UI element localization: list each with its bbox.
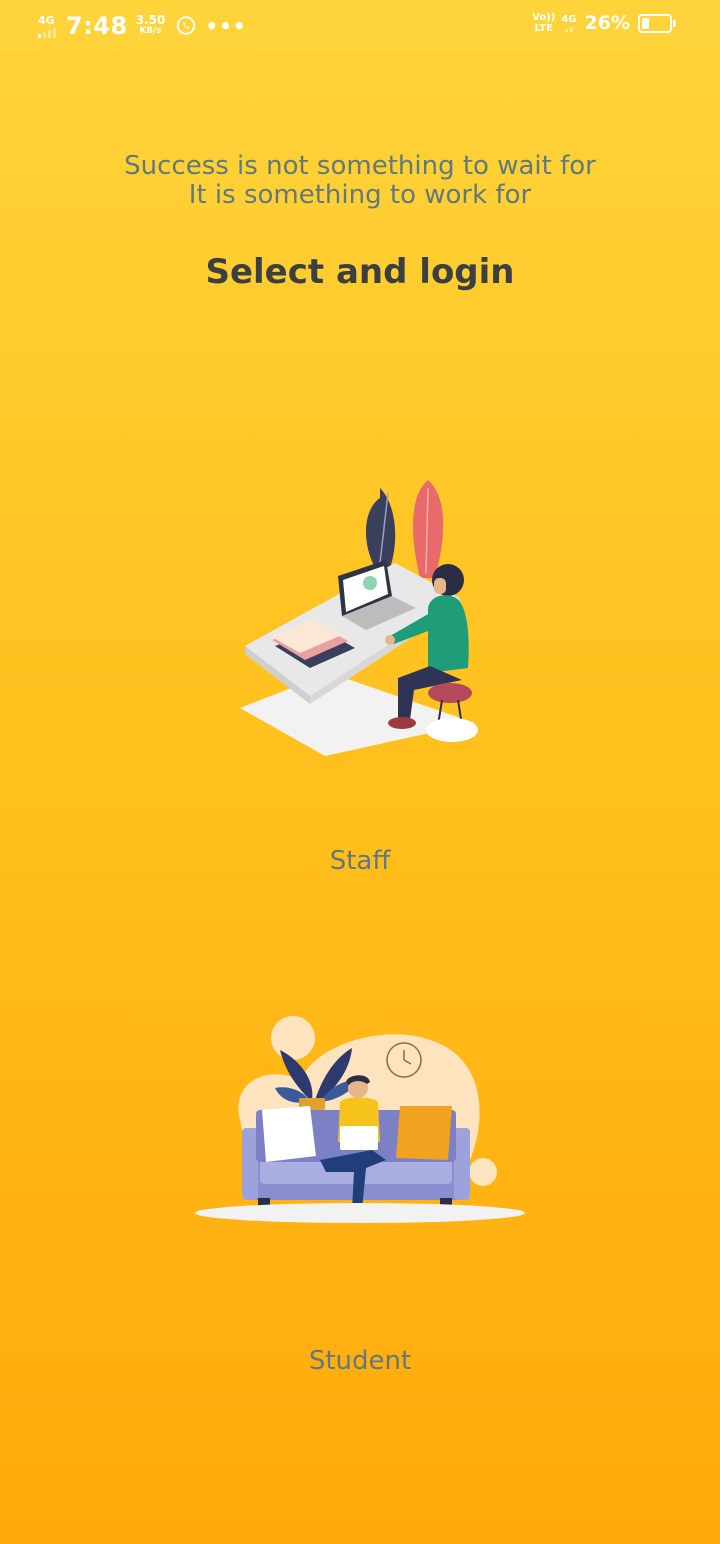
student-label: Student: [308, 1346, 412, 1376]
quote-line-2: It is something to work for: [188, 180, 532, 210]
battery-percent: 26%: [584, 12, 630, 34]
staff-login-option[interactable]: Staff: [0, 460, 720, 900]
status-bar-right: Vo)) LTE 4G 26%: [532, 12, 676, 34]
student-login-option[interactable]: Student: [0, 1010, 720, 1390]
status-bar: 4G 7:48 3.50 KB/s ••• Vo)) LTE 4G 26%: [0, 0, 720, 56]
network-speed-value: 3.50: [135, 13, 166, 27]
quote-line-1: Success is not something to wait for: [124, 151, 596, 181]
volte-top-label: Vo)): [532, 12, 556, 23]
battery-level: [642, 17, 649, 29]
network-type-left: 4G: [38, 13, 55, 27]
whatsapp-icon: [177, 16, 196, 35]
signal-bars-icon: [38, 27, 56, 38]
network-type-right: 4G: [561, 14, 577, 25]
network-speed-unit: KB/s: [139, 26, 162, 36]
status-bar-left: 4G 7:48 3.50 KB/s •••: [38, 12, 247, 40]
volte-bottom-label: LTE: [534, 23, 553, 34]
clock: 7:48: [66, 12, 128, 40]
network-speed: 3.50 KB/s: [135, 13, 166, 37]
page-title: Select and login: [205, 252, 515, 292]
signal-indicator-left: 4G: [38, 15, 56, 38]
more-notifications-icon: •••: [205, 14, 247, 38]
motivational-quote: Success is not something to wait for It …: [0, 152, 720, 210]
volte-icon: Vo)) LTE: [532, 12, 555, 34]
staff-label: Staff: [329, 846, 391, 876]
staff-desk-illustration: [240, 480, 478, 756]
signal-bars-right-icon: [564, 26, 573, 32]
student-sofa-illustration: [195, 1016, 525, 1223]
battery-icon: [638, 13, 676, 33]
signal-indicator-right: 4G: [561, 14, 577, 32]
